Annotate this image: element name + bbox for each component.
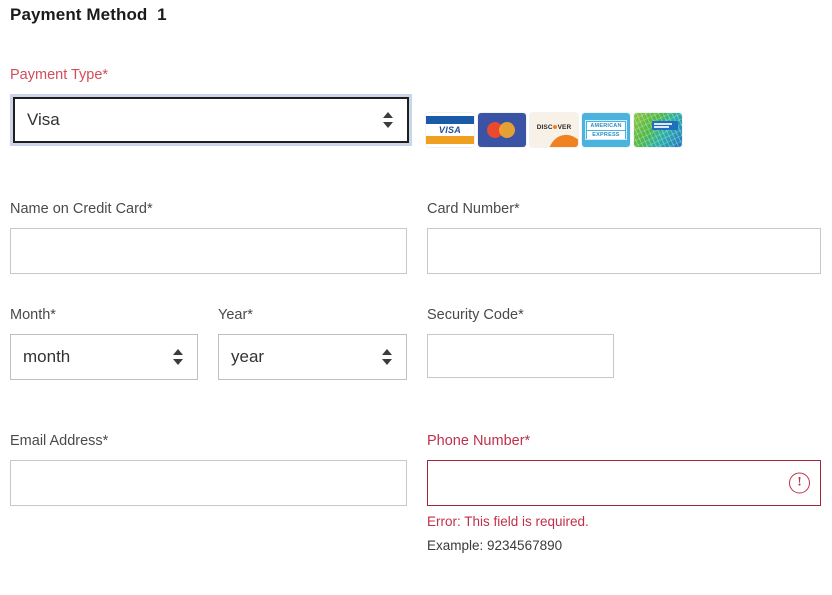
- expiry-month-field: Month* month: [10, 306, 198, 380]
- security-code-field: Security Code*: [427, 306, 614, 378]
- visa-card-icon: VISA: [426, 113, 474, 147]
- name-on-card-input[interactable]: [10, 228, 407, 274]
- amex-logo-line2: EXPRESS: [587, 131, 625, 139]
- email-address-label: Email Address*: [10, 433, 109, 449]
- name-on-card-label: Name on Credit Card*: [10, 201, 153, 217]
- security-code-input[interactable]: [427, 334, 614, 378]
- expiry-year-select[interactable]: year: [218, 334, 407, 380]
- card-number-input[interactable]: [427, 228, 821, 274]
- exclamation-circle-icon: !: [789, 472, 810, 494]
- phone-number-input[interactable]: [427, 460, 821, 506]
- phone-number-label: Phone Number*: [427, 433, 531, 449]
- expiry-month-label: Month*: [10, 307, 56, 323]
- discover-logo-text-before: DISC: [536, 124, 553, 131]
- page-title: Payment Method 1: [10, 5, 167, 24]
- email-address-input[interactable]: [10, 460, 407, 506]
- expiry-year-label: Year*: [218, 307, 253, 323]
- payment-type-focus-ring: Visa: [10, 94, 412, 146]
- discover-logo-text-after: VER: [557, 124, 572, 131]
- discover-card-icon: DISC VER: [530, 113, 578, 147]
- store-card-icon: [634, 113, 682, 147]
- mastercard-card-icon: [478, 113, 526, 147]
- payment-method-form: Payment Method 1 Payment Type* Visa VISA…: [0, 0, 832, 595]
- accepted-card-logos: VISA DISC VER AMERICAN EXPRESS: [426, 113, 682, 147]
- expiry-year-selected-value: year: [231, 347, 265, 366]
- payment-type-selected-value: Visa: [27, 110, 60, 129]
- card-number-field: Card Number*: [427, 200, 821, 274]
- name-on-card-field: Name on Credit Card*: [10, 200, 407, 274]
- email-address-field: Email Address*: [10, 432, 407, 506]
- payment-type-select[interactable]: Visa: [13, 97, 409, 143]
- security-code-label: Security Code*: [427, 307, 524, 323]
- phone-number-example-hint: Example: 9234567890: [427, 538, 563, 553]
- phone-number-field: Phone Number* ! Error: This field is req…: [427, 432, 821, 553]
- amex-logo-line1: AMERICAN: [587, 122, 625, 130]
- visa-logo-text: VISA: [438, 125, 462, 135]
- chevron-updown-icon: [173, 348, 185, 366]
- expiry-month-select[interactable]: month: [10, 334, 198, 380]
- chevron-updown-icon: [383, 111, 395, 129]
- phone-number-error-message: Error: This field is required.: [427, 514, 589, 529]
- payment-type-label: Payment Type*: [10, 67, 109, 83]
- payment-type-field: Payment Type* Visa: [10, 66, 412, 146]
- expiry-month-selected-value: month: [23, 347, 71, 366]
- american-express-card-icon: AMERICAN EXPRESS: [582, 113, 630, 147]
- card-number-label: Card Number*: [427, 201, 520, 217]
- phone-number-input-holder: !: [427, 460, 821, 506]
- chevron-updown-icon: [382, 348, 394, 366]
- expiry-year-field: Year* year: [218, 306, 407, 380]
